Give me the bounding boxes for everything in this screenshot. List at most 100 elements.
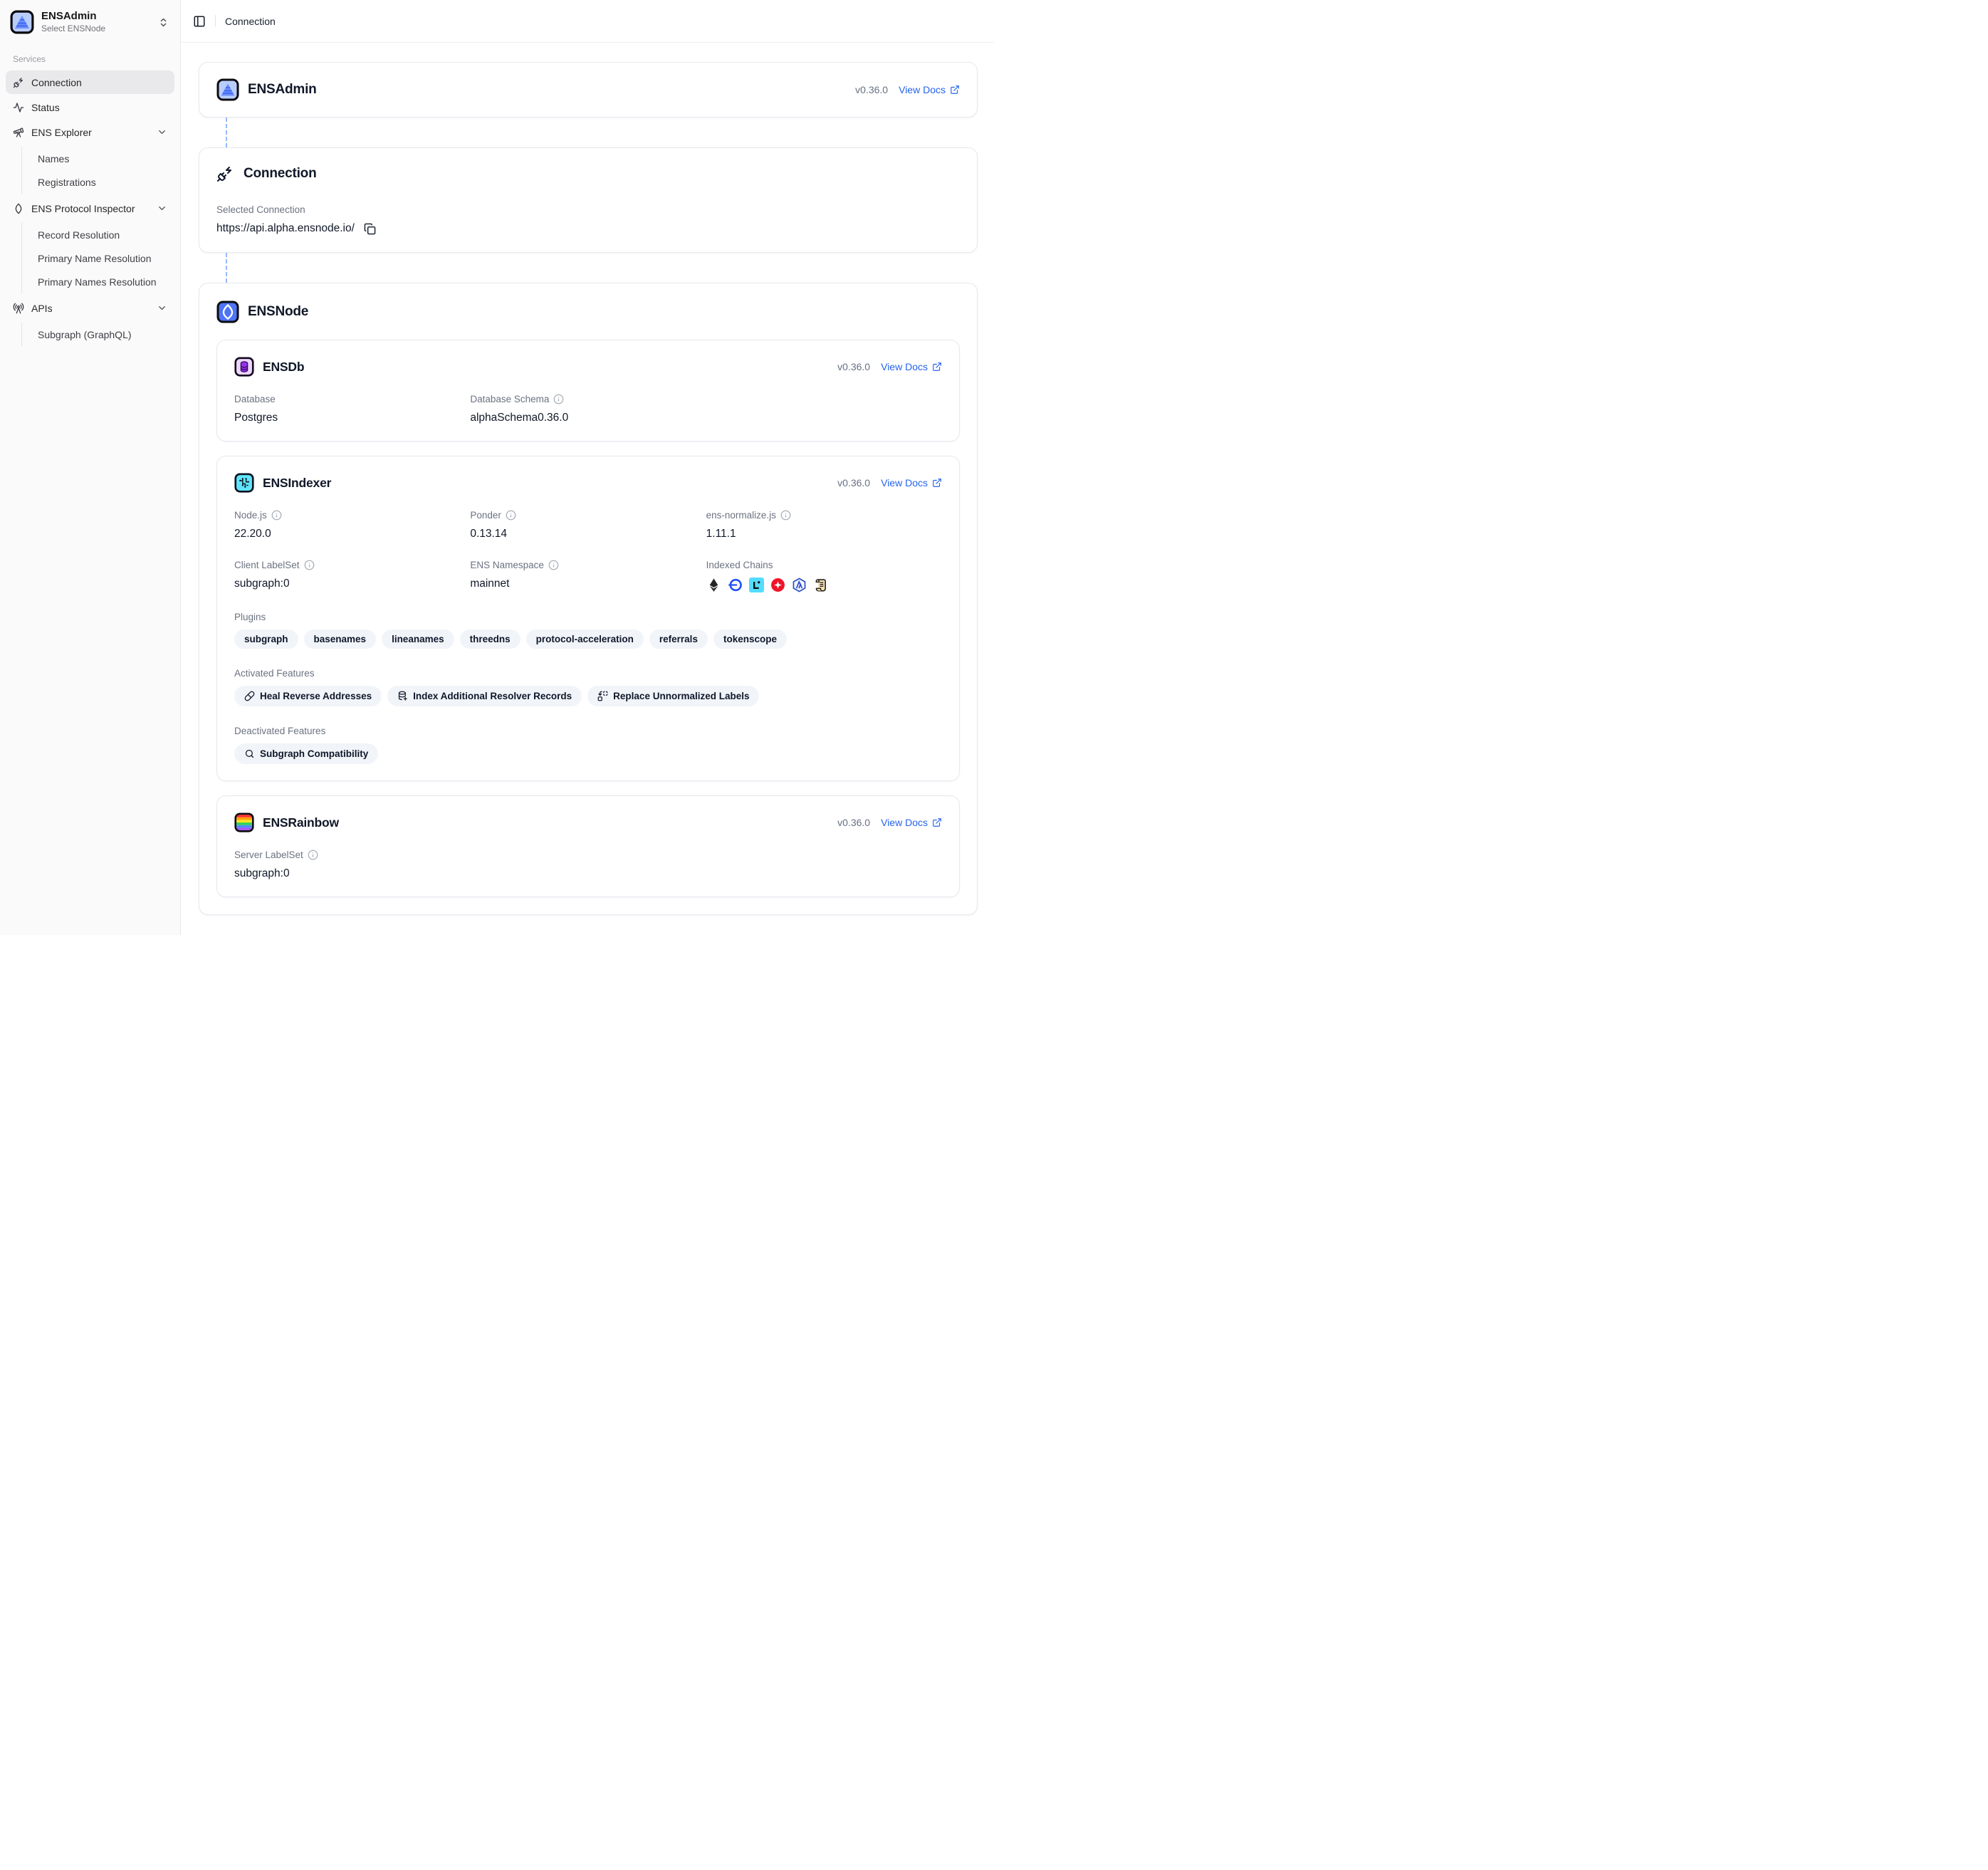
ensrainbow-card: ENSRainbow v0.36.0 View Docs Server: [216, 795, 960, 897]
plugin-badge: tokenscope: [713, 630, 787, 649]
info-icon[interactable]: [304, 560, 315, 570]
chain-optimism-icon[interactable]: [770, 578, 785, 592]
sidebar-item-connection[interactable]: Connection: [6, 70, 174, 94]
plugin-badge: referrals: [649, 630, 708, 649]
ens-namespace-value: mainnet: [470, 578, 706, 590]
sidebar-item-ens-explorer[interactable]: ENS Explorer: [6, 120, 174, 144]
chevrons-up-down-icon: [158, 17, 169, 28]
ens-protocol-inspector-sublist: Record Resolution Primary Name Resolutio…: [21, 223, 174, 293]
ensnode-card-title: ENSNode: [248, 304, 308, 320]
sidebar-item-primary-name-resolution[interactable]: Primary Name Resolution: [32, 246, 174, 270]
ensindexer-logo-icon: [234, 473, 254, 493]
feature-badge-index-additional-resolver-records: Index Additional Resolver Records: [387, 686, 582, 706]
feature-badge-subgraph-compatibility: Subgraph Compatibility: [234, 743, 378, 764]
chevron-down-icon: [157, 203, 167, 214]
ensdb-view-docs-link[interactable]: View Docs: [881, 361, 942, 372]
nodejs-field: Node.js 22.20.0: [234, 510, 470, 540]
activated-features-label: Activated Features: [234, 668, 942, 679]
sidebar-toggle-button[interactable]: [193, 15, 206, 28]
chevron-down-icon: [157, 303, 167, 313]
client-labelset-value: subgraph:0: [234, 578, 470, 590]
info-icon[interactable]: [780, 510, 791, 521]
database-plus-icon: [397, 691, 408, 701]
ponder-value: 0.13.14: [470, 528, 706, 540]
app-title: ENSAdmin: [41, 10, 105, 23]
database-field: Database Postgres: [234, 394, 470, 424]
deactivated-features-list: Subgraph Compatibility: [234, 743, 942, 764]
server-labelset-value: subgraph:0: [234, 867, 942, 880]
main-area: Connection ENSAdmin v0.36.0 View Docs: [181, 0, 994, 935]
ensdb-card: ENSDb v0.36.0 View Docs Database: [216, 340, 960, 442]
database-schema-value: alphaSchema0.36.0: [470, 412, 706, 424]
radio-tower-icon: [13, 303, 24, 314]
sidebar-item-names[interactable]: Names: [32, 147, 174, 170]
indexed-chains-label: Indexed Chains: [706, 560, 942, 570]
sidebar-item-ens-protocol-inspector[interactable]: ENS Protocol Inspector: [6, 197, 174, 220]
ensrainbow-view-docs-link[interactable]: View Docs: [881, 817, 942, 828]
info-icon[interactable]: [506, 510, 516, 521]
plugin-badge: basenames: [304, 630, 377, 649]
chevron-down-icon: [157, 127, 167, 137]
chain-ethereum-icon[interactable]: [706, 578, 721, 592]
ensnode-selector[interactable]: ENSAdmin Select ENSNode: [6, 6, 174, 38]
ensdb-logo-icon: [234, 357, 254, 377]
server-labelset-label: Server LabelSet: [234, 850, 303, 860]
sidebar-item-registrations[interactable]: Registrations: [32, 170, 174, 194]
replace-icon: [597, 691, 608, 701]
info-icon[interactable]: [548, 560, 559, 570]
ensnode-logo-icon: [216, 301, 239, 323]
sidebar-item-primary-names-resolution[interactable]: Primary Names Resolution: [32, 270, 174, 293]
ens-mark-icon: [13, 203, 24, 214]
sidebar-item-record-resolution[interactable]: Record Resolution: [32, 223, 174, 246]
plugin-badge: protocol-acceleration: [526, 630, 644, 649]
chain-linea-icon[interactable]: [749, 578, 764, 592]
ensadmin-view-docs-link[interactable]: View Docs: [899, 84, 960, 95]
sidebar-item-apis[interactable]: APIs: [6, 296, 174, 320]
chain-scroll-icon[interactable]: [813, 578, 828, 592]
connection-url: https://api.alpha.ensnode.io/: [216, 222, 355, 235]
ensdb-card-title: ENSDb: [263, 360, 304, 375]
plug-zap-icon: [13, 77, 24, 88]
chain-arbitrum-icon[interactable]: [792, 578, 807, 592]
ensindexer-version: v0.36.0: [837, 477, 870, 489]
sidebar-item-subgraph-graphql[interactable]: Subgraph (GraphQL): [32, 323, 174, 346]
search-icon: [244, 748, 255, 759]
info-icon[interactable]: [553, 394, 564, 404]
ensdb-version: v0.36.0: [837, 361, 870, 372]
ensrainbow-version: v0.36.0: [837, 817, 870, 828]
client-labelset-label: Client LabelSet: [234, 560, 300, 570]
activity-icon: [13, 102, 24, 113]
database-value: Postgres: [234, 412, 470, 424]
card-connector-line: [226, 117, 227, 147]
database-schema-field: Database Schema alphaSchema0.36.0: [470, 394, 706, 424]
indexed-chains-field: Indexed Chains: [706, 560, 942, 592]
sidebar-item-label: Connection: [31, 77, 82, 88]
panel-left-icon: [193, 15, 206, 28]
connection-card: Connection Selected Connection https://a…: [199, 147, 978, 253]
info-icon[interactable]: [271, 510, 282, 521]
ensindexer-card-title: ENSIndexer: [263, 476, 331, 491]
page-content: ENSAdmin v0.36.0 View Docs Connection S: [181, 43, 994, 935]
database-label: Database: [234, 394, 470, 404]
database-schema-label: Database Schema: [470, 394, 549, 404]
ens-normalize-field: ens-normalize.js 1.11.1: [706, 510, 942, 540]
sidebar: ENSAdmin Select ENSNode Services Connect…: [0, 0, 181, 935]
sidebar-section-label: Services: [6, 38, 174, 70]
sidebar-item-label: APIs: [31, 303, 53, 314]
ensadmin-version: v0.36.0: [855, 84, 888, 95]
pill-icon: [244, 691, 255, 701]
ensindexer-view-docs-link[interactable]: View Docs: [881, 477, 942, 489]
sidebar-item-status[interactable]: Status: [6, 95, 174, 119]
external-link-icon: [950, 85, 960, 95]
feature-badge-heal-reverse-addresses: Heal Reverse Addresses: [234, 686, 382, 706]
ensadmin-card-title: ENSAdmin: [248, 82, 317, 98]
copy-url-button[interactable]: [364, 223, 376, 235]
server-labelset-field: Server LabelSet subgraph:0: [234, 850, 942, 880]
ens-normalize-value: 1.11.1: [706, 528, 942, 540]
ensindexer-card: ENSIndexer v0.36.0 View Docs: [216, 456, 960, 781]
info-icon[interactable]: [308, 850, 318, 860]
chain-base-icon[interactable]: [728, 578, 743, 592]
connection-card-title: Connection: [244, 166, 317, 182]
external-link-icon: [932, 818, 942, 827]
plug-zap-icon: [216, 165, 234, 182]
